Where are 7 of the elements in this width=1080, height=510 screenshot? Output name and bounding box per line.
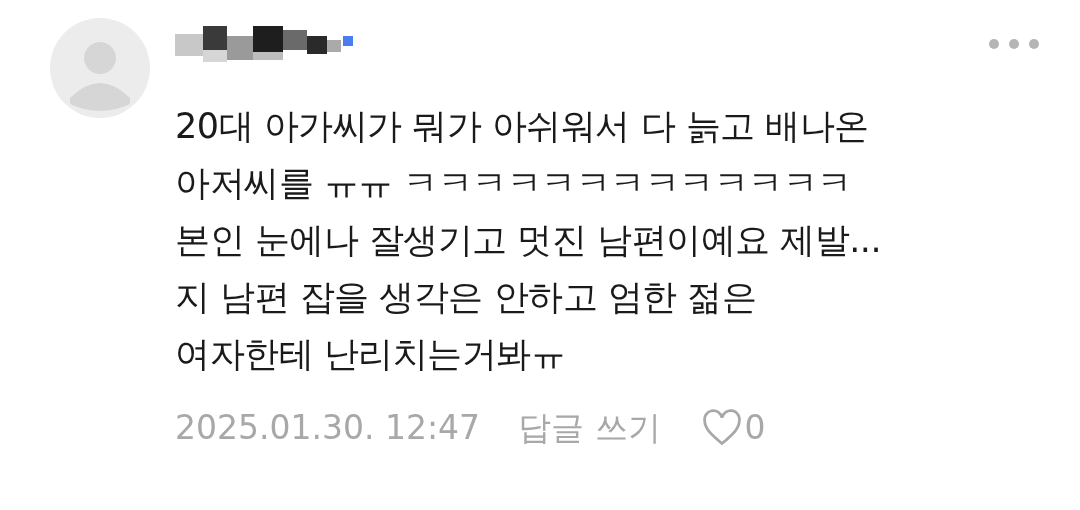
like-button[interactable]: 0 [700,403,766,453]
comment-text: 20대 아가씨가 뭐가 아쉬워서 다 늙고 배나온 아저씨를 ㅠㅠ ㅋㅋㅋㅋㅋㅋㅋㅋㅋㅋㅋㅋㅋ 본인 눈에나 잘생기고 멋진 남편이예요 제발... 지 남편 잡을 생각은 안하고 엄한 젊은 여자한테 난리치는거봐ㅠ [175,105,882,376]
heart-icon [700,408,743,447]
avatar-icon [50,18,150,118]
reply-button[interactable]: 답글 쓰기 [518,403,661,453]
more-options-icon[interactable] [988,38,1040,50]
comment-date: 2025.01.30. 12:47 [175,407,481,449]
